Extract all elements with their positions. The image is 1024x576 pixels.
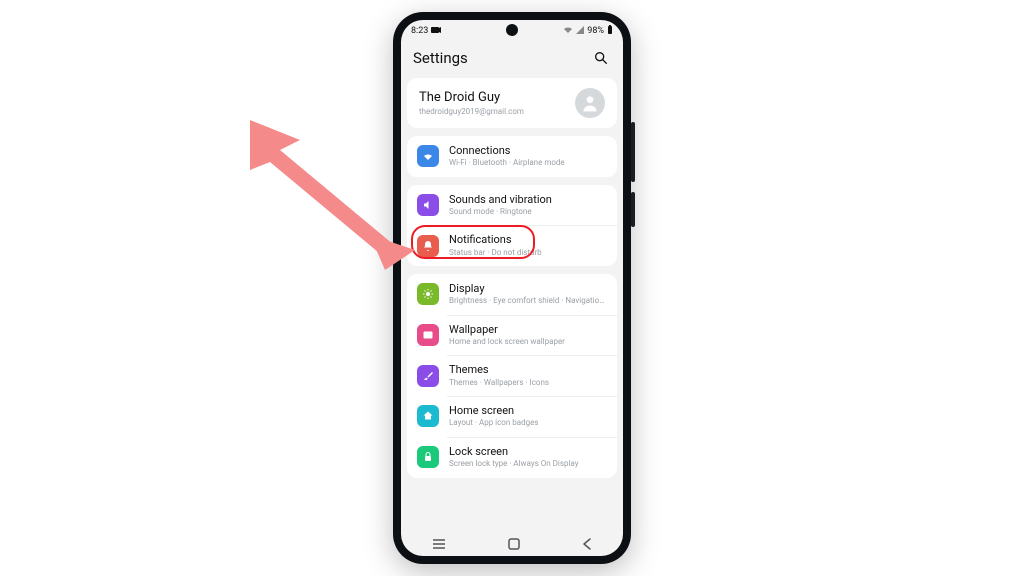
sun-icon bbox=[417, 283, 439, 305]
bell-icon bbox=[417, 235, 439, 257]
page-title: Settings bbox=[413, 49, 468, 67]
nav-back-button[interactable] bbox=[582, 538, 592, 553]
pointer-arrow-icon bbox=[250, 120, 420, 270]
row-label: Display bbox=[449, 282, 607, 296]
row-sublabel: Brightness · Eye comfort shield · Naviga… bbox=[449, 296, 607, 306]
row-sublabel: Status bar · Do not disturb bbox=[449, 248, 542, 258]
wifi-status-icon bbox=[563, 26, 573, 37]
settings-row-home[interactable]: Home screen Layout · App icon badges bbox=[407, 396, 617, 437]
account-email: thedroidguy2019@gmail.com bbox=[419, 107, 524, 116]
row-sublabel: Home and lock screen wallpaper bbox=[449, 337, 565, 347]
row-sublabel: Screen lock type · Always On Display bbox=[449, 459, 579, 469]
row-label: Sounds and vibration bbox=[449, 193, 552, 207]
person-icon bbox=[580, 93, 600, 113]
search-icon bbox=[593, 50, 609, 66]
home-icon bbox=[417, 405, 439, 427]
settings-row-themes[interactable]: Themes Themes · Wallpapers · Icons bbox=[407, 355, 617, 396]
settings-row-wallpaper[interactable]: Wallpaper Home and lock screen wallpaper bbox=[407, 315, 617, 356]
settings-group: Display Brightness · Eye comfort shield … bbox=[407, 274, 617, 477]
row-sublabel: Sound mode · Ringtone bbox=[449, 207, 552, 217]
battery-status-icon bbox=[607, 25, 613, 38]
settings-group: Sounds and vibration Sound mode · Ringto… bbox=[407, 185, 617, 266]
camera-punch-hole bbox=[506, 24, 518, 36]
lock-icon bbox=[417, 446, 439, 468]
row-sublabel: Layout · App icon badges bbox=[449, 418, 538, 428]
row-label: Themes bbox=[449, 363, 549, 377]
status-time: 8:23 bbox=[411, 26, 428, 36]
nav-recents-button[interactable] bbox=[432, 538, 446, 553]
settings-row-lock[interactable]: Lock screen Screen lock type · Always On… bbox=[407, 437, 617, 478]
brush-icon bbox=[417, 365, 439, 387]
sound-icon bbox=[417, 194, 439, 216]
row-label: Lock screen bbox=[449, 445, 579, 459]
account-card[interactable]: The Droid Guy thedroidguy2019@gmail.com bbox=[407, 78, 617, 128]
row-label: Wallpaper bbox=[449, 323, 565, 337]
settings-row-notifications[interactable]: Notifications Status bar · Do not distur… bbox=[407, 225, 617, 266]
settings-row-sounds[interactable]: Sounds and vibration Sound mode · Ringto… bbox=[407, 185, 617, 226]
avatar bbox=[575, 88, 605, 118]
row-label: Home screen bbox=[449, 404, 538, 418]
signal-status-icon bbox=[576, 26, 584, 37]
row-sublabel: Wi-Fi · Bluetooth · Airplane mode bbox=[449, 158, 565, 168]
phone-screen: 8:23 98% bbox=[401, 20, 623, 556]
status-battery-pct: 98% bbox=[587, 26, 604, 36]
settings-header: Settings bbox=[401, 42, 623, 78]
search-button[interactable] bbox=[591, 48, 611, 68]
row-label: Connections bbox=[449, 144, 565, 158]
row-label: Notifications bbox=[449, 233, 542, 247]
row-sublabel: Themes · Wallpapers · Icons bbox=[449, 378, 549, 388]
image-icon bbox=[417, 324, 439, 346]
settings-row-display[interactable]: Display Brightness · Eye comfort shield … bbox=[407, 274, 617, 315]
account-name: The Droid Guy bbox=[419, 90, 524, 105]
phone-frame: 8:23 98% bbox=[393, 12, 631, 564]
wifi-icon bbox=[417, 145, 439, 167]
nav-home-button[interactable] bbox=[508, 538, 520, 553]
camera-notch-icon bbox=[431, 26, 441, 37]
settings-row-connections[interactable]: Connections Wi-Fi · Bluetooth · Airplane… bbox=[407, 136, 617, 177]
android-nav-bar bbox=[401, 534, 623, 556]
settings-group: Connections Wi-Fi · Bluetooth · Airplane… bbox=[407, 136, 617, 177]
